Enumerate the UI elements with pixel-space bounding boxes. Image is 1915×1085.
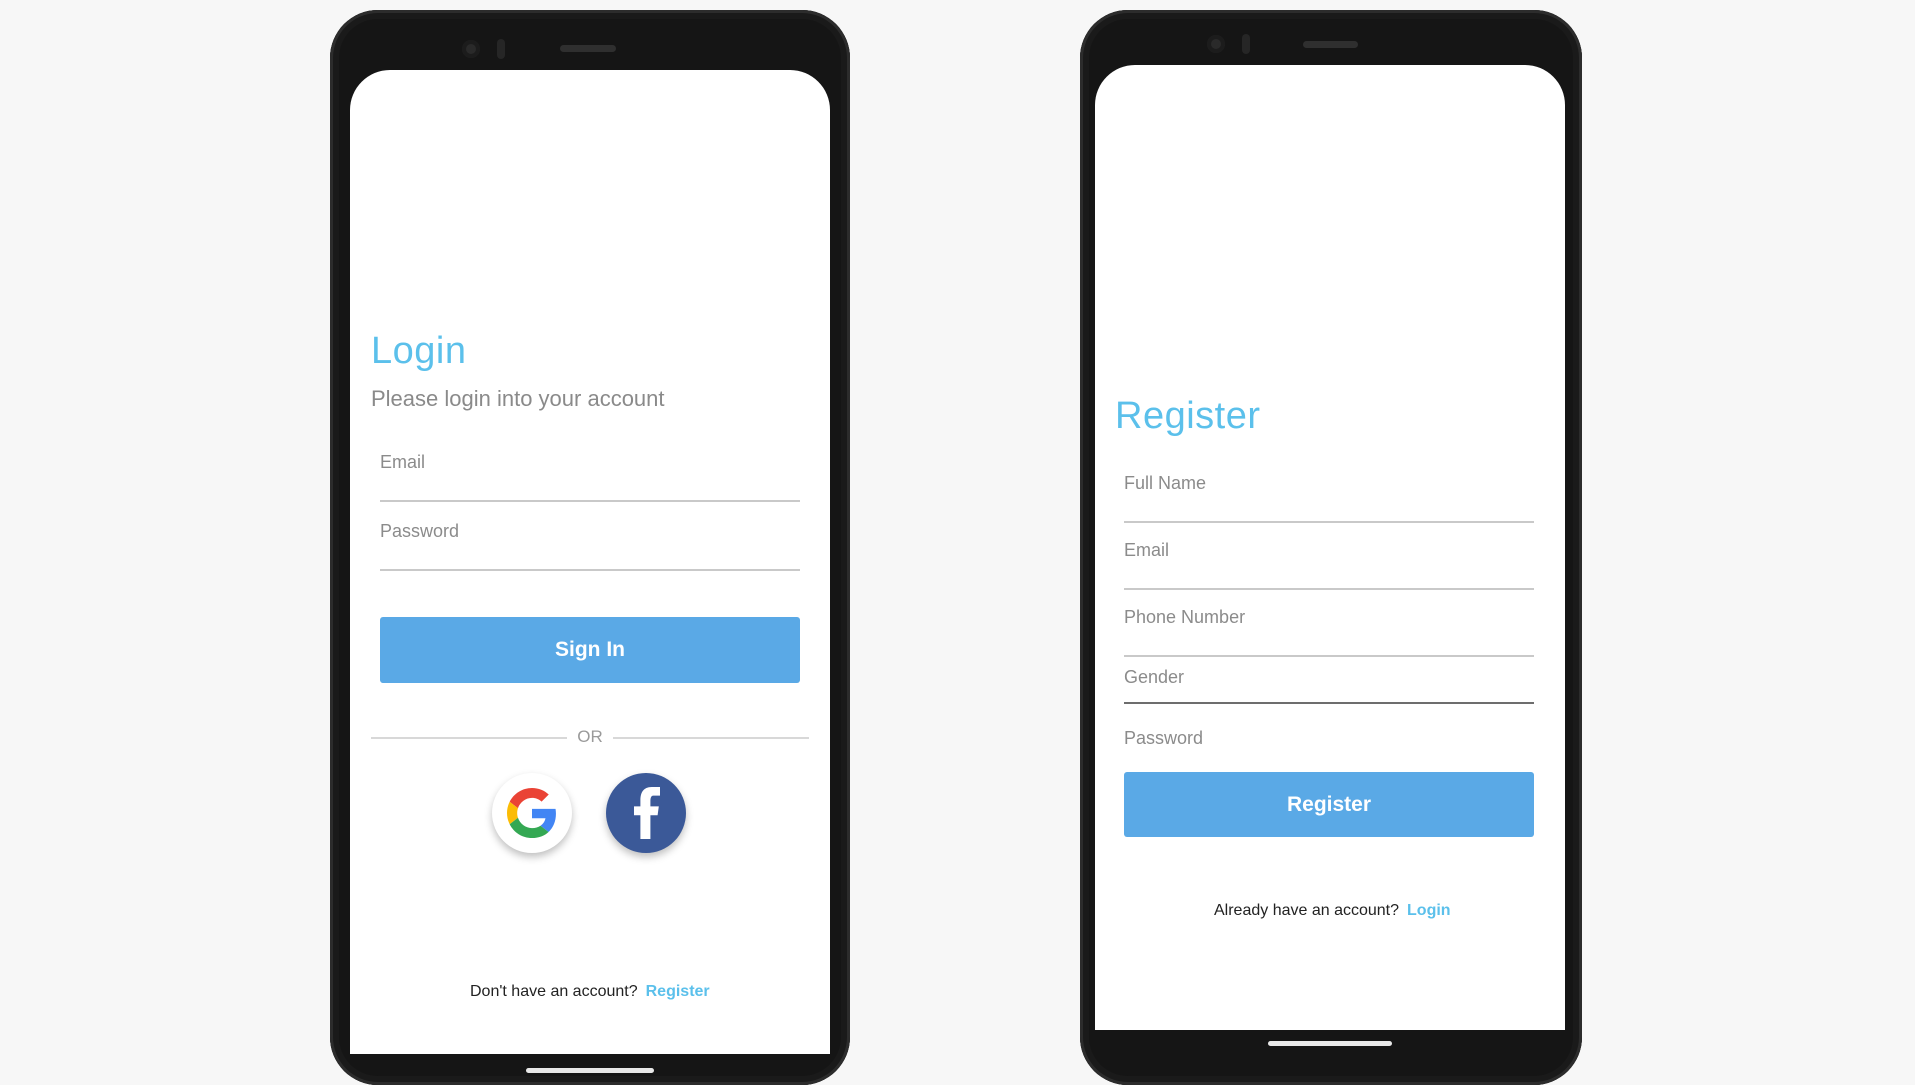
email-field-label: Email [1124, 540, 1170, 560]
login-link[interactable]: Login [1407, 902, 1451, 919]
sensor-icon [1242, 34, 1250, 54]
login-phone-frame: Login Please login into your account Ema… [330, 10, 850, 1085]
divider-line-right [613, 737, 809, 739]
full-name-field-label: Full Name [1124, 473, 1207, 493]
or-divider: OR [371, 727, 809, 747]
divider-line-left [371, 737, 567, 739]
page-title: Register [1115, 395, 1261, 437]
register-prompt: Don't have an account? Register [470, 983, 710, 1001]
front-camera-icon [1207, 35, 1225, 53]
password-field-underline [380, 569, 800, 571]
email-field[interactable]: Email [380, 446, 800, 502]
login-prompt: Already have an account? Login [1214, 902, 1451, 920]
facebook-sign-in-button[interactable] [606, 773, 686, 853]
phone-number-field-underline [1124, 655, 1534, 657]
home-indicator [526, 1068, 654, 1073]
front-camera-icon [462, 40, 480, 58]
email-field[interactable]: Email [1124, 534, 1534, 590]
speaker-grille [560, 45, 616, 52]
full-name-field[interactable]: Full Name [1124, 467, 1534, 523]
register-screen: Register Full Name Email Phone Number Ge… [1095, 65, 1565, 1030]
sign-in-button[interactable]: Sign In [380, 617, 800, 683]
register-button[interactable]: Register [1124, 772, 1534, 837]
password-field-label: Password [1124, 728, 1204, 748]
facebook-icon [634, 787, 660, 839]
login-prompt-text: Already have an account? [1214, 902, 1400, 919]
email-field-underline [1124, 588, 1534, 590]
google-icon [507, 788, 556, 838]
gender-select-underline [1124, 702, 1534, 704]
register-link[interactable]: Register [646, 983, 710, 1000]
password-field[interactable]: Password [1124, 722, 1534, 762]
home-indicator [1268, 1041, 1392, 1046]
register-prompt-text: Don't have an account? [470, 983, 638, 1000]
email-field-underline [380, 500, 800, 502]
google-sign-in-button[interactable] [492, 773, 572, 853]
password-field-label: Password [380, 521, 460, 541]
register-phone-frame: Register Full Name Email Phone Number Ge… [1080, 10, 1582, 1085]
phone-number-field[interactable]: Phone Number [1124, 601, 1534, 657]
page-subtitle: Please login into your account [371, 386, 665, 411]
gender-select[interactable]: Gender [1124, 661, 1534, 704]
email-field-label: Email [380, 452, 426, 472]
gender-select-label: Gender [1124, 667, 1185, 687]
speaker-grille [1303, 41, 1358, 48]
page-title: Login [371, 330, 467, 372]
full-name-field-underline [1124, 521, 1534, 523]
login-screen: Login Please login into your account Ema… [350, 70, 830, 1054]
sensor-icon [497, 39, 505, 59]
divider-label: OR [577, 727, 603, 746]
phone-number-field-label: Phone Number [1124, 607, 1246, 627]
password-field[interactable]: Password [380, 515, 800, 571]
